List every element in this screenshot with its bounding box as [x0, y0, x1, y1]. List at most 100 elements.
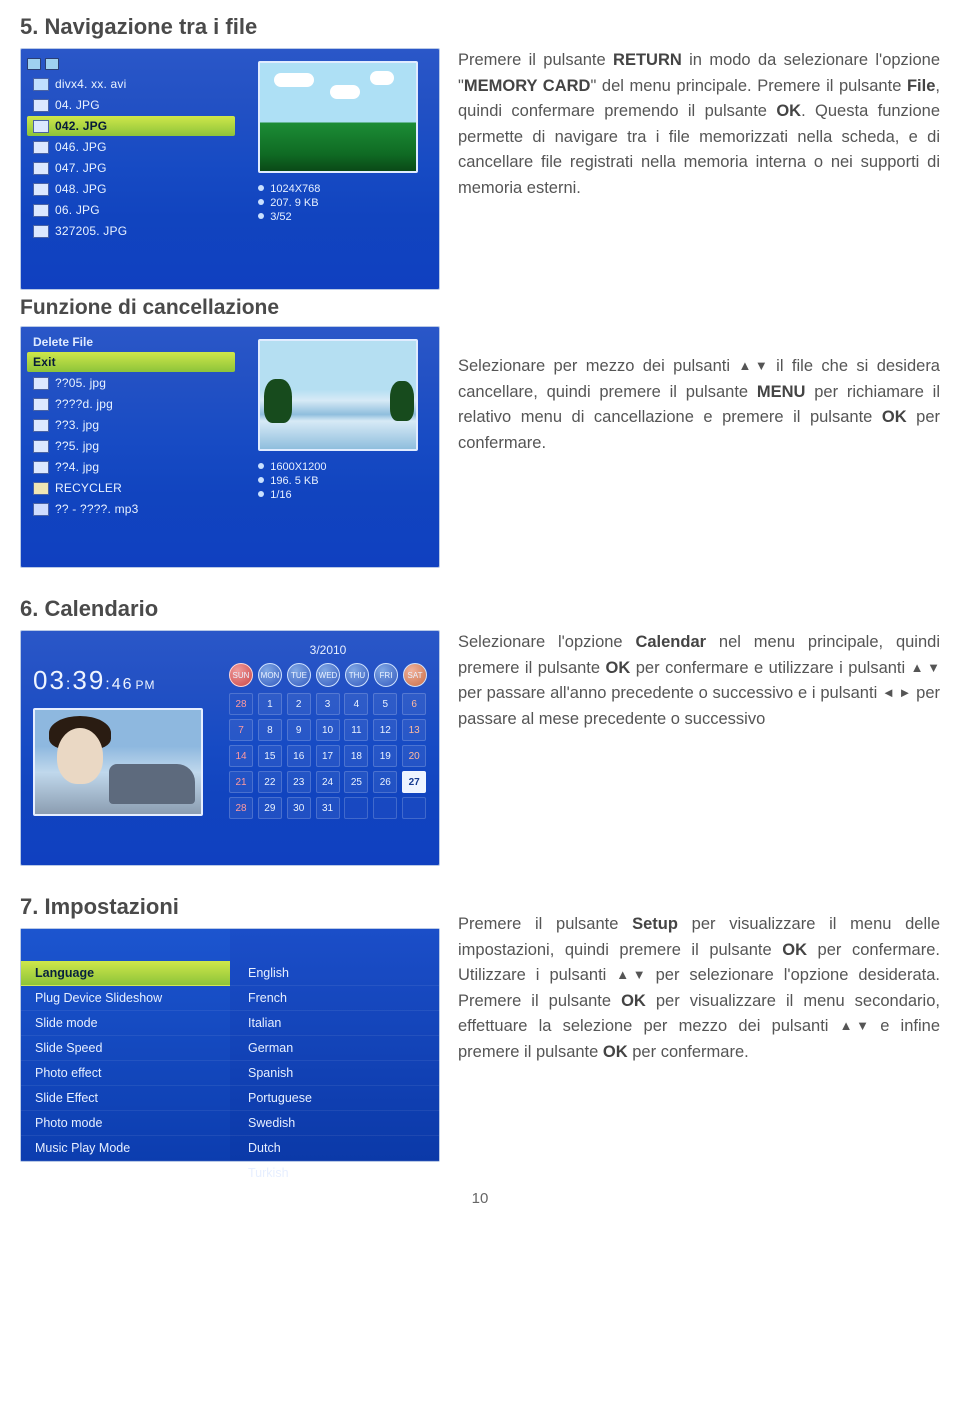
section5-paragraph1: Premere il pulsante RETURN in modo da se… [458, 48, 940, 201]
file-icon [33, 377, 49, 390]
section6-paragraph: Selezionare l'opzione Calendar nel menu … [458, 630, 940, 732]
section-6: 6. Calendario 03:39:46PM 3/2010 SUNMONTU… [20, 596, 940, 866]
file-list-item[interactable]: 048. JPG [27, 179, 235, 199]
file-icon [33, 482, 49, 495]
calendar-day-cell[interactable] [373, 797, 397, 819]
calendar-day-cell[interactable]: 18 [344, 745, 368, 767]
file-list-item[interactable]: 047. JPG [27, 158, 235, 178]
settings-item-left[interactable]: Slide mode [21, 1011, 230, 1036]
settings-item-left[interactable]: Slide Speed [21, 1036, 230, 1061]
calendar-day-cell[interactable]: 11 [344, 719, 368, 741]
file-list-item[interactable]: 06. JPG [27, 200, 235, 220]
section7-title: 7. Impostazioni [20, 894, 440, 920]
settings-item-left[interactable]: Music Play Mode [21, 1136, 230, 1161]
calendar-day-cell[interactable]: 14 [229, 745, 253, 767]
file-list-item[interactable]: ??3. jpg [27, 415, 235, 435]
file-icon [33, 440, 49, 453]
calendar-day-cell[interactable]: 10 [316, 719, 340, 741]
settings-item-left[interactable]: Slide Effect [21, 1086, 230, 1111]
calendar-day-cell[interactable] [344, 797, 368, 819]
file-icon [33, 78, 49, 91]
calendar-day-cell[interactable]: 4 [344, 693, 368, 715]
settings-item-left[interactable]: Language [21, 961, 230, 986]
calendar-day-cell[interactable]: 6 [402, 693, 426, 715]
file-list-item[interactable]: 042. JPG [27, 116, 235, 136]
calendar-day-cell[interactable]: 16 [287, 745, 311, 767]
calendar-day-cell[interactable]: 25 [344, 771, 368, 793]
calendar-dow: WED [316, 663, 340, 687]
calendar-day-cell[interactable]: 28 [229, 797, 253, 819]
calendar-day-cell[interactable]: 2 [287, 693, 311, 715]
calendar-day-cell[interactable]: 3 [316, 693, 340, 715]
calendar-day-cell[interactable]: 15 [258, 745, 282, 767]
file-icon [33, 204, 49, 217]
section-7: 7. Impostazioni LanguagePlug Device Slid… [20, 894, 940, 1162]
settings-item-right[interactable]: Italian [230, 1011, 439, 1036]
settings-item-right[interactable]: Swedish [230, 1111, 439, 1136]
delete-file-panel: Delete File Exit ??05. jpg????d. jpg??3.… [20, 326, 440, 568]
settings-item-right[interactable]: English [230, 961, 439, 986]
file-list-item[interactable]: divx4. xx. avi [27, 74, 235, 94]
calendar-day-cell[interactable] [402, 797, 426, 819]
calendar-day-cell[interactable]: 26 [373, 771, 397, 793]
calendar-day-cell[interactable]: 17 [316, 745, 340, 767]
calendar-panel: 03:39:46PM 3/2010 SUNMONTUEWEDTHUFRISAT … [20, 630, 440, 866]
file-list-item[interactable]: 04. JPG [27, 95, 235, 115]
file-icon [33, 141, 49, 154]
calendar-day-cell[interactable]: 13 [402, 719, 426, 741]
calendar-day-cell[interactable]: 30 [287, 797, 311, 819]
file-list-item[interactable]: 327205. JPG [27, 221, 235, 241]
calendar-month-label: 3/2010 [229, 643, 427, 657]
file-icon [33, 461, 49, 474]
calendar-day-cell[interactable]: 28 [229, 693, 253, 715]
file-list-item[interactable]: 046. JPG [27, 137, 235, 157]
settings-item-right[interactable]: French [230, 986, 439, 1011]
settings-item-right[interactable]: Spanish [230, 1061, 439, 1086]
settings-item-right[interactable]: Portuguese [230, 1086, 439, 1111]
calendar-day-cell[interactable]: 20 [402, 745, 426, 767]
clock-display: 03:39:46PM [33, 665, 215, 696]
calendar-dow: FRI [374, 663, 398, 687]
file-list-item[interactable]: RECYCLER [27, 478, 235, 498]
exit-item[interactable]: Exit [27, 352, 235, 372]
file-icon [33, 99, 49, 112]
file-list-item[interactable]: ?? - ????. mp3 [27, 499, 235, 519]
calendar-day-cell[interactable]: 21 [229, 771, 253, 793]
settings-item-right[interactable]: German [230, 1036, 439, 1061]
page-number: 10 [20, 1190, 940, 1207]
grid-icon [45, 58, 59, 70]
calendar-day-cell[interactable]: 9 [287, 719, 311, 741]
calendar-day-cell[interactable]: 27 [402, 771, 426, 793]
file-list-item[interactable]: ????d. jpg [27, 394, 235, 414]
calendar-day-cell[interactable]: 22 [258, 771, 282, 793]
settings-item-left[interactable]: Photo mode [21, 1111, 230, 1136]
file-list-item[interactable]: ??4. jpg [27, 457, 235, 477]
calendar-day-cell[interactable]: 8 [258, 719, 282, 741]
calendar-day-cell[interactable]: 24 [316, 771, 340, 793]
file-icon [33, 398, 49, 411]
calendar-day-cell[interactable]: 1 [258, 693, 282, 715]
section6-title: 6. Calendario [20, 596, 440, 622]
calendar-dow: SUN [229, 663, 253, 687]
calendar-day-cell[interactable]: 5 [373, 693, 397, 715]
section5-paragraph2: Selezionare per mezzo dei pulsanti ▲ ▼ i… [458, 354, 940, 456]
calendar-day-cell[interactable]: 19 [373, 745, 397, 767]
up-down-icon: ▲ ▼ [616, 965, 645, 985]
calendar-day-cell[interactable]: 31 [316, 797, 340, 819]
settings-item-left[interactable]: Photo effect [21, 1061, 230, 1086]
delete-file-header: Delete File [27, 333, 235, 351]
section7-paragraph: Premere il pulsante Setup per visualizza… [458, 912, 940, 1065]
settings-item-right[interactable]: Dutch [230, 1136, 439, 1161]
calendar-day-cell[interactable]: 29 [258, 797, 282, 819]
settings-item-right[interactable]: Turkish [230, 1161, 439, 1186]
file-list-item[interactable]: ??05. jpg [27, 373, 235, 393]
calendar-day-cell[interactable]: 23 [287, 771, 311, 793]
settings-item-left[interactable]: Plug Device Slideshow [21, 986, 230, 1011]
calendar-dow: SAT [403, 663, 427, 687]
calendar-day-cell[interactable]: 12 [373, 719, 397, 741]
file-list-item[interactable]: ??5. jpg [27, 436, 235, 456]
section5-title: 5. Navigazione tra i file [20, 14, 940, 40]
file-icon [33, 162, 49, 175]
calendar-day-cell[interactable]: 7 [229, 719, 253, 741]
section-5: 5. Navigazione tra i file divx4. xx. avi… [20, 14, 940, 568]
